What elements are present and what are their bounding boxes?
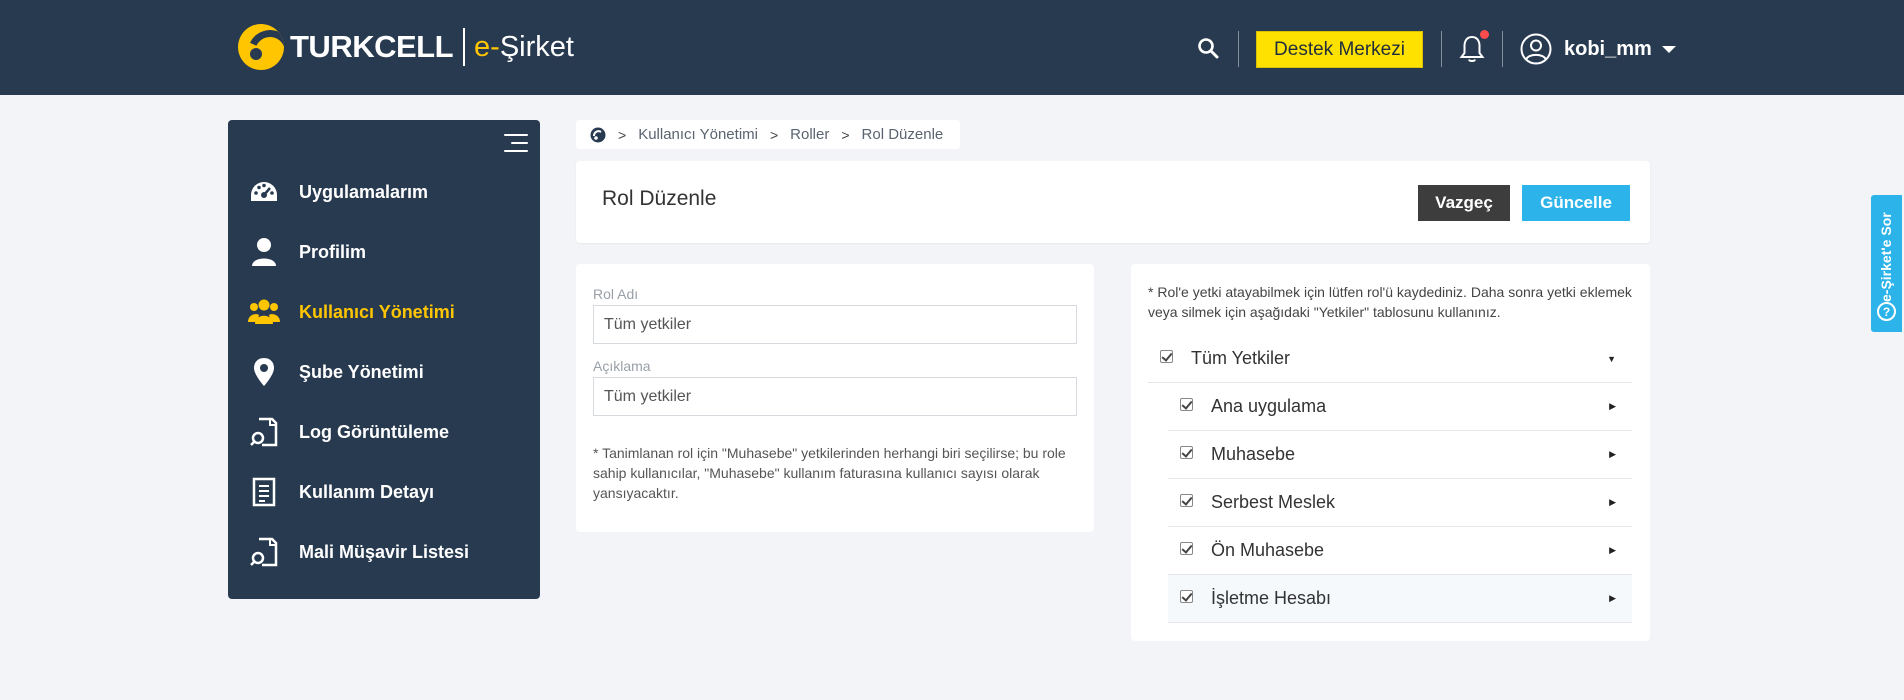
caret-down-icon[interactable]: ▼	[1607, 354, 1616, 364]
sidebar-item-label: Profilim	[299, 241, 367, 262]
chevron-right-icon: >	[841, 126, 850, 143]
sidebar-item-profile[interactable]: Profilim	[228, 227, 540, 277]
sidebar-item-applications[interactable]: Uygulamalarım	[228, 167, 540, 217]
permission-checkbox[interactable]	[1180, 542, 1193, 555]
update-button[interactable]: Güncelle	[1522, 185, 1630, 221]
permission-checkbox[interactable]	[1180, 446, 1193, 459]
caret-right-icon[interactable]: ▶	[1609, 497, 1616, 508]
tree-row-freelance[interactable]: Serbest Meslek ▶	[1168, 479, 1632, 527]
notification-dot	[1480, 30, 1489, 39]
menu-toggle-icon[interactable]	[504, 132, 528, 154]
tree-row-pre-accounting[interactable]: Ön Muhasebe ▶	[1168, 527, 1632, 575]
description-label: Açıklama	[593, 358, 651, 374]
tree-row-business-account[interactable]: İşletme Hesabı ▶	[1168, 575, 1632, 623]
sidebar-item-label: Log Görüntüleme	[299, 421, 449, 442]
location-pin-icon	[248, 356, 280, 388]
page-title-card: Rol Düzenle Vazgeç Güncelle	[576, 161, 1650, 243]
permission-checkbox[interactable]	[1180, 494, 1193, 507]
sidebar-item-label: Kullanıcı Yönetimi	[299, 301, 455, 322]
permission-checkbox[interactable]	[1180, 398, 1193, 411]
tree-row-label: Serbest Meslek	[1211, 492, 1336, 512]
caret-right-icon[interactable]: ▶	[1609, 401, 1616, 412]
permission-checkbox[interactable]	[1180, 590, 1193, 603]
sidebar-item-log-view[interactable]: Log Görüntüleme	[228, 407, 540, 457]
turkcell-logo[interactable]: TURKCELL e-Şirket	[238, 24, 574, 70]
question-icon: ?	[1877, 302, 1896, 321]
search-icon[interactable]	[1196, 36, 1220, 60]
sidebar-item-label: Mali Müşavir Listesi	[299, 541, 470, 562]
header-divider	[1502, 31, 1503, 67]
breadcrumb-item-current: Rol Düzenle	[861, 126, 944, 143]
avatar-icon	[1520, 33, 1552, 65]
role-form-card: Rol Adı Açıklama * Tanimlanan rol için "…	[576, 264, 1094, 532]
chevron-right-icon: >	[769, 126, 779, 143]
ask-side-tab-label: e-Şirket'e Sor	[1878, 212, 1894, 302]
document-list-icon	[248, 476, 280, 508]
document-search-icon	[248, 416, 280, 448]
sidebar: Uygulamalarım Profilim Kullanıcı Yönetim…	[228, 120, 540, 599]
turkcell-logo-icon[interactable]	[590, 127, 606, 143]
breadcrumb-item-user-management[interactable]: Kullanıcı Yönetimi	[638, 126, 758, 143]
dashboard-icon	[248, 176, 280, 208]
top-header: TURKCELL e-Şirket Destek Merkezi kobi_mm	[0, 0, 1904, 95]
caret-right-icon[interactable]: ▶	[1609, 545, 1616, 556]
product-name: e-Şirket	[474, 30, 574, 63]
user-menu[interactable]: kobi_mm	[1520, 33, 1676, 65]
caret-right-icon[interactable]: ▶	[1609, 449, 1616, 460]
page-title: Rol Düzenle	[602, 187, 717, 210]
brand-name: TURKCELL	[290, 29, 454, 64]
role-name-input[interactable]	[593, 305, 1077, 344]
permissions-note: * Rol'e yetki atayabilmek için lütfen ro…	[1148, 284, 1632, 320]
breadcrumb: > Kullanıcı Yönetimi > Roller > Rol Düze…	[576, 120, 960, 149]
description-input[interactable]	[593, 377, 1077, 416]
sidebar-item-label: Şube Yönetimi	[299, 361, 424, 382]
users-icon	[248, 296, 280, 328]
username: kobi_mm	[1564, 37, 1652, 60]
header-divider	[1441, 31, 1442, 67]
tree-row-accounting[interactable]: Muhasebe ▶	[1168, 431, 1632, 479]
turkcell-logo-icon	[238, 24, 284, 70]
sidebar-item-branch-management[interactable]: Şube Yönetimi	[228, 347, 540, 397]
user-icon	[248, 236, 280, 268]
ask-side-tab[interactable]: e-Şirket'e Sor ?	[1871, 195, 1902, 332]
cancel-button[interactable]: Vazgeç	[1418, 185, 1510, 221]
support-center-button[interactable]: Destek Merkezi	[1256, 31, 1423, 68]
chevron-right-icon: >	[618, 126, 627, 143]
tree-row-label: Ön Muhasebe	[1211, 540, 1325, 560]
tree-row-main-app[interactable]: Ana uygulama ▶	[1168, 383, 1632, 431]
tree-row-label: Muhasebe	[1211, 444, 1296, 464]
permission-checkbox[interactable]	[1160, 350, 1173, 363]
sidebar-item-usage-detail[interactable]: Kullanım Detayı	[228, 467, 540, 517]
breadcrumb-item-roles[interactable]: Roller	[790, 126, 829, 143]
permissions-card: * Rol'e yetki atayabilmek için lütfen ro…	[1131, 264, 1650, 641]
sidebar-item-accountant-list[interactable]: Mali Müşavir Listesi	[228, 527, 540, 577]
tree-row-all-permissions[interactable]: Tüm Yetkiler ▼	[1148, 335, 1632, 383]
header-divider	[1238, 31, 1239, 67]
document-search-icon	[248, 536, 280, 568]
form-note: * Tanimlanan rol için "Muhasebe" yetkile…	[593, 445, 1066, 501]
sidebar-item-label: Kullanım Detayı	[299, 481, 435, 502]
role-name-label: Rol Adı	[593, 286, 639, 302]
logo-divider	[463, 28, 466, 66]
tree-row-label: Ana uygulama	[1211, 396, 1327, 416]
sidebar-item-user-management[interactable]: Kullanıcı Yönetimi	[228, 287, 540, 337]
caret-right-icon[interactable]: ▶	[1609, 593, 1616, 604]
sidebar-item-label: Uygulamalarım	[299, 181, 429, 202]
tree-row-label: Tüm Yetkiler	[1191, 348, 1291, 368]
tree-row-label: İşletme Hesabı	[1211, 588, 1332, 608]
chevron-down-icon	[1661, 45, 1676, 53]
